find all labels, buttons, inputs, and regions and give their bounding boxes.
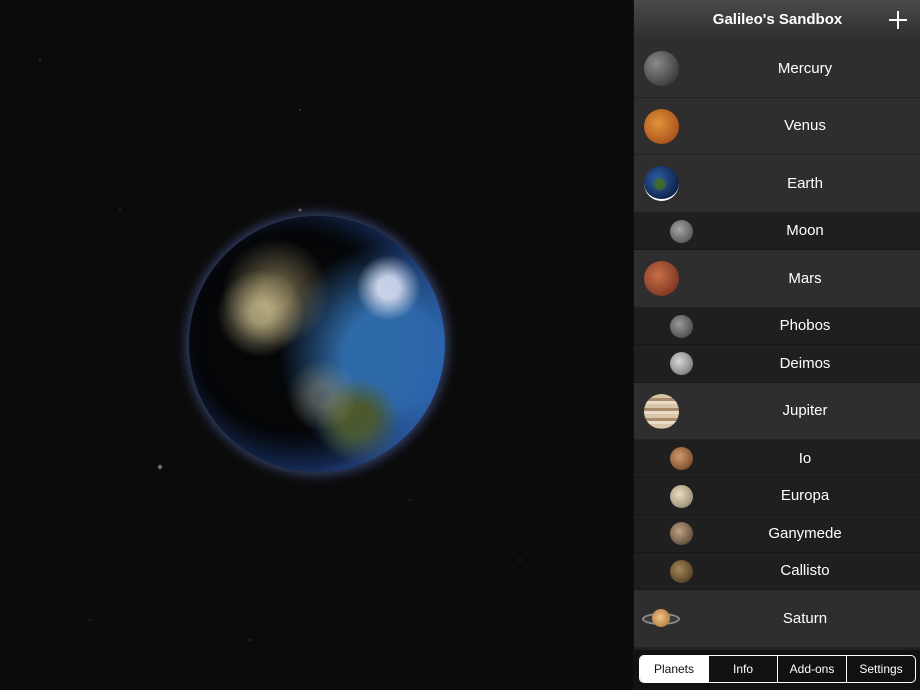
navigation-bar: Galileo's Sandbox [634, 0, 920, 41]
list-item-label: Jupiter [782, 402, 828, 420]
saturn-icon [652, 609, 670, 627]
list-item-label: Venus [784, 117, 826, 135]
body-list: Mercury Venus Earth Moon Mars Phobos Dei… [634, 40, 920, 648]
list-item-label: Moon [786, 222, 824, 240]
plus-icon[interactable] [885, 7, 911, 33]
mars-icon [644, 261, 679, 296]
list-item-mars[interactable]: Mars [634, 250, 920, 308]
list-item-phobos[interactable]: Phobos [634, 307, 920, 345]
list-item-label: Mars [788, 269, 822, 287]
list-item-moon[interactable]: Moon [634, 212, 920, 250]
venus-icon [644, 108, 679, 144]
list-item-deimos[interactable]: Deimos [634, 345, 920, 383]
tab-add-ons[interactable]: Add-ons [778, 656, 847, 682]
tab-settings[interactable]: Settings [847, 656, 915, 682]
list-item-callisto[interactable]: Callisto [634, 552, 920, 590]
earth-globe[interactable] [189, 216, 445, 472]
jupiter-icon [644, 393, 679, 429]
list-item-label: Phobos [779, 317, 831, 335]
list-item-ganymede[interactable]: Ganymede [634, 515, 920, 553]
tab-planets[interactable]: Planets [640, 656, 709, 682]
space-viewport[interactable] [0, 0, 633, 690]
list-item-jupiter[interactable]: Jupiter [634, 382, 920, 440]
list-item-label: Callisto [780, 562, 830, 580]
list-item-label: Deimos [779, 354, 831, 372]
list-item-label: Earth [787, 174, 823, 192]
earth-icon [644, 166, 679, 201]
list-item-earth[interactable]: Earth [634, 155, 920, 213]
list-item-venus[interactable]: Venus [634, 97, 920, 155]
list-item-label: Mercury [777, 59, 833, 77]
list-item-mercury[interactable]: Mercury [634, 40, 920, 98]
list-item-label: Europa [780, 487, 830, 505]
sidebar: Galileo's Sandbox Mercury Venus Earth Mo… [633, 0, 920, 690]
tab-info[interactable]: Info [709, 656, 778, 682]
list-item-europa[interactable]: Europa [634, 477, 920, 515]
list-item-label: Saturn [782, 609, 828, 627]
list-item-label: Io [798, 449, 812, 467]
app-title: Galileo's Sandbox [712, 11, 843, 28]
list-item-label: Ganymede [768, 524, 842, 542]
list-item-saturn[interactable]: Saturn [634, 590, 920, 648]
tab-bar: Planets Info Add-ons Settings [634, 650, 920, 690]
segmented-control: Planets Info Add-ons Settings [639, 655, 916, 683]
mercury-icon [644, 51, 679, 86]
list-item-io[interactable]: Io [634, 440, 920, 478]
